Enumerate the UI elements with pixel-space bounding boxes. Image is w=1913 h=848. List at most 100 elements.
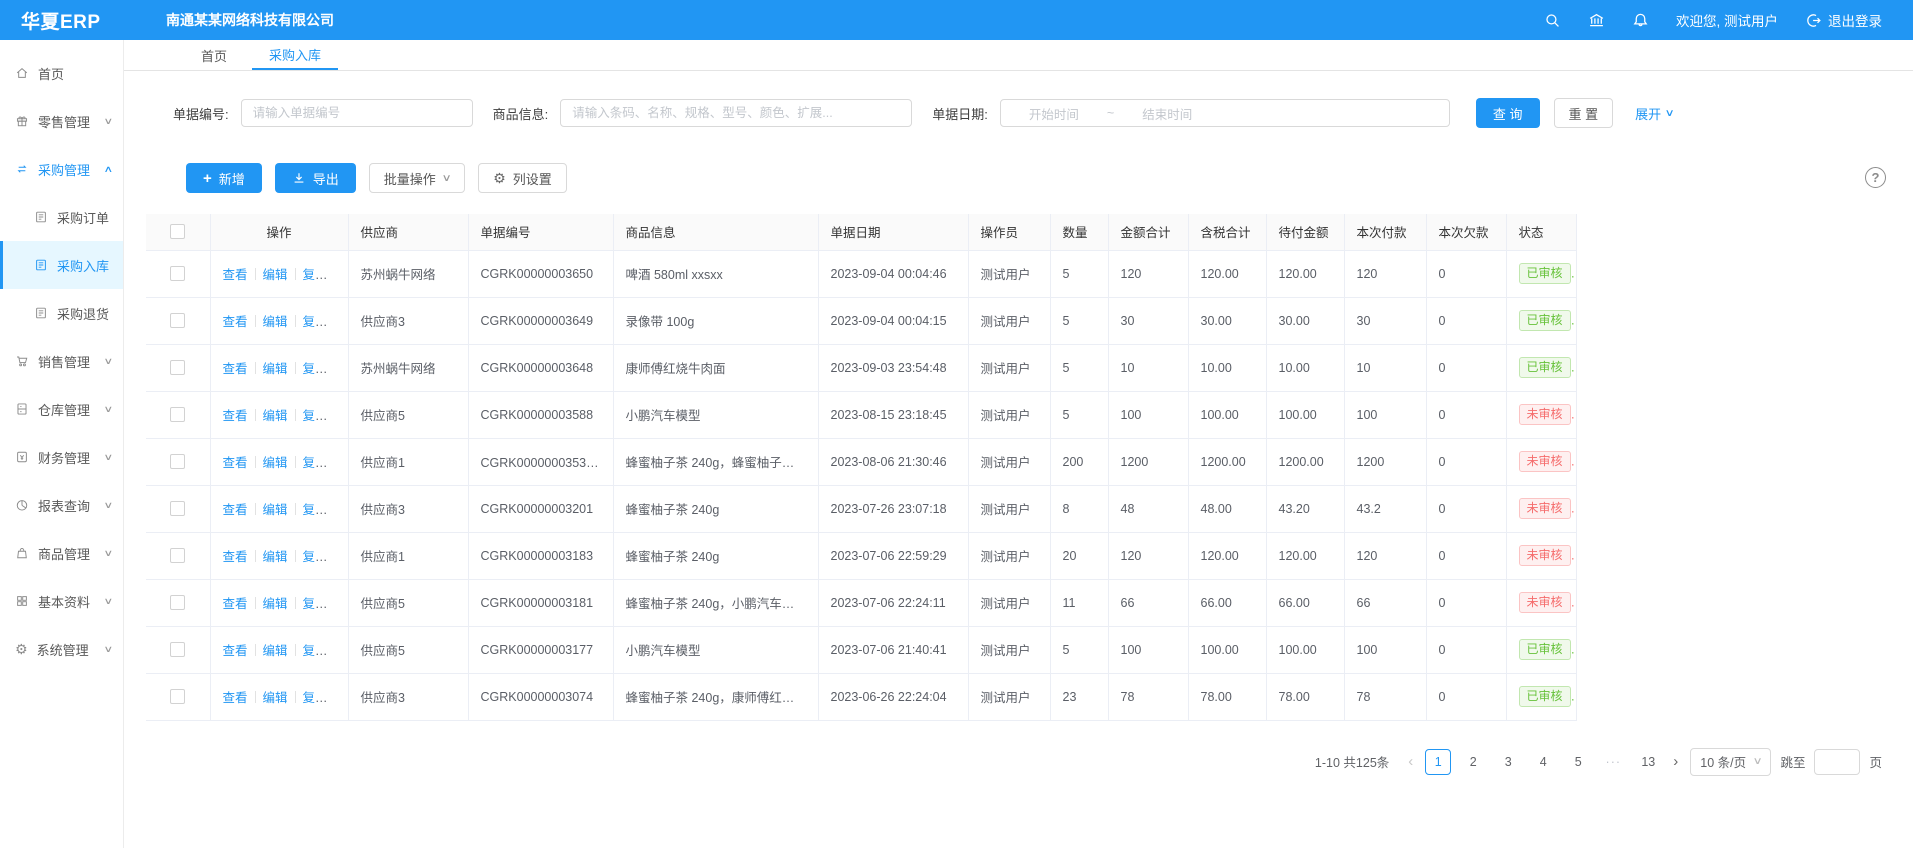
page-number[interactable]: 4 (1530, 749, 1556, 775)
row-action-view[interactable]: 查看 (223, 644, 248, 658)
row-checkbox[interactable] (170, 595, 185, 610)
bell-icon[interactable] (1632, 12, 1649, 29)
sidebar-subitem-doc[interactable]: 采购退货 (0, 289, 123, 337)
sidebar-item-system[interactable]: ⚙系统管理∨ (0, 625, 123, 673)
page-number[interactable]: 5 (1565, 749, 1591, 775)
table-row: 查看编辑复制删除供应商1CGRK00000003183蜂蜜柚子茶 240g202… (146, 532, 1576, 579)
row-action-edit[interactable]: 编辑 (263, 644, 288, 658)
sidebar-item-basic[interactable]: 基本资料∨ (0, 577, 123, 625)
page-number[interactable]: 13 (1635, 749, 1661, 775)
row-action-copy[interactable]: 复制 (303, 503, 328, 517)
row-action-delete[interactable]: 删除 (343, 691, 348, 705)
doc-no-input[interactable] (241, 99, 473, 127)
row-action-delete[interactable]: 删除 (343, 315, 348, 329)
date-range-picker[interactable]: 开始时间 ~ 结束时间 (1000, 99, 1450, 127)
sidebar-item-retail[interactable]: 零售管理∨ (0, 97, 123, 145)
search-button[interactable]: 查 询 (1476, 98, 1540, 128)
reset-button[interactable]: 重 置 (1554, 98, 1614, 128)
export-button[interactable]: 导出 (275, 163, 356, 193)
cell-status: 未审核 (1506, 579, 1576, 626)
row-action-view[interactable]: 查看 (223, 315, 248, 329)
search-icon[interactable] (1544, 12, 1561, 29)
row-action-delete[interactable]: 删除 (343, 362, 348, 376)
row-checkbox[interactable] (170, 642, 185, 657)
page-number[interactable]: 3 (1495, 749, 1521, 775)
page-number[interactable]: 2 (1460, 749, 1486, 775)
row-action-view[interactable]: 查看 (223, 597, 248, 611)
row-action-delete[interactable]: 删除 (343, 268, 348, 282)
row-action-copy[interactable]: 复制 (303, 409, 328, 423)
row-action-edit[interactable]: 编辑 (263, 315, 288, 329)
platform-icon[interactable] (1588, 12, 1605, 29)
sidebar-item-finance[interactable]: 财务管理∨ (0, 433, 123, 481)
sidebar-item-warehouse[interactable]: 仓库管理∨ (0, 385, 123, 433)
row-action-edit[interactable]: 编辑 (263, 409, 288, 423)
row-action-copy[interactable]: 复制 (303, 691, 328, 705)
cell-supplier: 苏州蜗牛网络 (348, 250, 468, 297)
select-all-checkbox[interactable] (170, 224, 185, 239)
row-action-copy[interactable]: 复制 (303, 268, 328, 282)
sidebar-item-purchase[interactable]: 采购管理∧ (0, 145, 123, 193)
row-action-edit[interactable]: 编辑 (263, 503, 288, 517)
row-action-delete[interactable]: 删除 (343, 550, 348, 564)
row-checkbox[interactable] (170, 360, 185, 375)
row-checkbox[interactable] (170, 313, 185, 328)
row-action-view[interactable]: 查看 (223, 362, 248, 376)
column-settings-button[interactable]: ⚙ 列设置 (478, 163, 567, 193)
sidebar-subitem-doc[interactable]: 采购订单 (0, 193, 123, 241)
table-row: 查看编辑复制删除供应商5CGRK00000003177小鹏汽车模型2023-07… (146, 626, 1576, 673)
page-number[interactable]: 1 (1425, 749, 1451, 775)
sidebar-item-goods[interactable]: 商品管理∨ (0, 529, 123, 577)
page-next-button[interactable] (1670, 753, 1681, 770)
row-action-edit[interactable]: 编辑 (263, 597, 288, 611)
row-action-copy[interactable]: 复制 (303, 362, 328, 376)
help-icon[interactable] (1865, 167, 1886, 188)
sidebar-subitem-doc[interactable]: 采购入库 (0, 241, 123, 289)
tab-active[interactable]: 采购入库 (252, 40, 338, 70)
row-action-copy[interactable]: 复制 (303, 315, 328, 329)
jump-page-input[interactable] (1814, 749, 1860, 775)
row-action-edit[interactable]: 编辑 (263, 691, 288, 705)
row-action-edit[interactable]: 编辑 (263, 362, 288, 376)
row-checkbox[interactable] (170, 689, 185, 704)
tab-item[interactable]: 首页 (184, 40, 244, 70)
row-action-delete[interactable]: 删除 (343, 644, 348, 658)
row-checkbox[interactable] (170, 407, 185, 422)
expand-link[interactable]: 展开 ∨ (1635, 104, 1673, 123)
row-action-view[interactable]: 查看 (223, 691, 248, 705)
row-checkbox[interactable] (170, 266, 185, 281)
page-prev-button[interactable] (1405, 753, 1416, 770)
row-action-edit[interactable]: 编辑 (263, 268, 288, 282)
sidebar-item-sales[interactable]: 销售管理∨ (0, 337, 123, 385)
batch-actions-button[interactable]: 批量操作 ∨ (369, 163, 465, 193)
cell-amount_tax: 48.00 (1188, 485, 1266, 532)
product-label: 商品信息: (493, 104, 549, 123)
cell-operator: 测试用户 (968, 485, 1050, 532)
row-checkbox[interactable] (170, 501, 185, 516)
row-action-edit[interactable]: 编辑 (263, 550, 288, 564)
row-action-view[interactable]: 查看 (223, 456, 248, 470)
row-action-delete[interactable]: 删除 (343, 503, 348, 517)
sidebar-item-home[interactable]: 首页 (0, 49, 123, 97)
row-action-delete[interactable]: 删除 (343, 456, 348, 470)
logout-button[interactable]: 退出登录 (1805, 10, 1882, 30)
row-action-delete[interactable]: 删除 (343, 597, 348, 611)
page-ellipsis[interactable]: ··· (1600, 749, 1626, 775)
row-checkbox[interactable] (170, 548, 185, 563)
pagination: 1-10 共125条 12345···13 10 条/页 ∨ 跳至 页 (124, 748, 1913, 776)
row-action-edit[interactable]: 编辑 (263, 456, 288, 470)
row-checkbox[interactable] (170, 454, 185, 469)
row-action-view[interactable]: 查看 (223, 550, 248, 564)
row-action-copy[interactable]: 复制 (303, 597, 328, 611)
row-action-view[interactable]: 查看 (223, 503, 248, 517)
row-action-view[interactable]: 查看 (223, 409, 248, 423)
row-action-copy[interactable]: 复制 (303, 644, 328, 658)
product-input[interactable] (560, 99, 912, 127)
page-size-select[interactable]: 10 条/页 ∨ (1690, 748, 1771, 776)
row-action-copy[interactable]: 复制 (303, 456, 328, 470)
row-action-delete[interactable]: 删除 (343, 409, 348, 423)
add-button[interactable]: 新增 (186, 163, 262, 193)
sidebar-item-report[interactable]: 报表查询∨ (0, 481, 123, 529)
row-action-copy[interactable]: 复制 (303, 550, 328, 564)
row-action-view[interactable]: 查看 (223, 268, 248, 282)
